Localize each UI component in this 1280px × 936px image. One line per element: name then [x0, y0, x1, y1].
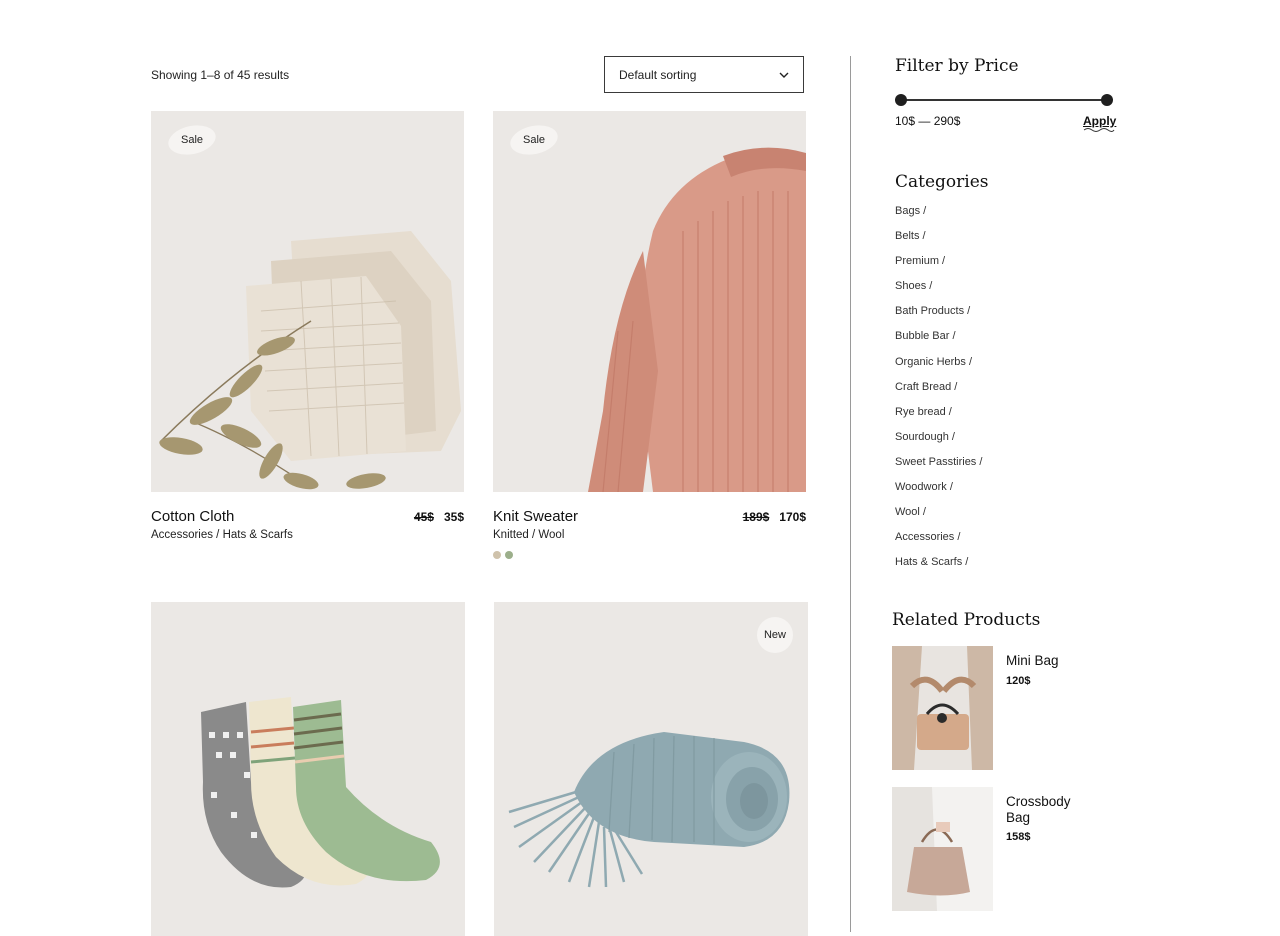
category-link[interactable]: Accessories / [895, 531, 982, 556]
price-filter-title: Filter by Price [895, 56, 1019, 76]
product-card[interactable] [151, 602, 465, 936]
category-link[interactable]: Bags / [895, 205, 982, 230]
categories-title: Categories [895, 172, 989, 192]
category-link[interactable]: Belts / [895, 230, 982, 255]
current-price: 170$ [779, 510, 806, 524]
related-product-image[interactable] [892, 787, 993, 911]
results-count: Showing 1–8 of 45 results [151, 68, 290, 82]
sorting-selected-value: Default sorting [619, 67, 697, 82]
related-product-name[interactable]: Mini Bag [1006, 653, 1086, 669]
category-link[interactable]: Sweet Passtiries / [895, 456, 982, 481]
categories-list: Bags / Belts / Premium / Shoes / Bath Pr… [895, 205, 982, 581]
product-image[interactable]: New [494, 602, 808, 936]
category-link[interactable]: Organic Herbs / [895, 356, 982, 381]
category-link[interactable]: Woodwork / [895, 481, 982, 506]
old-price: 189$ [742, 510, 770, 524]
product-name[interactable]: Cotton Cloth [151, 508, 234, 525]
category-link[interactable]: Bath Products / [895, 305, 982, 330]
price-slider-track[interactable] [901, 99, 1107, 101]
apply-button[interactable]: Apply [1083, 114, 1116, 128]
product-price: 45$ 35$ [414, 510, 464, 524]
category-link[interactable]: Craft Bread / [895, 381, 982, 406]
color-swatch[interactable] [493, 551, 501, 559]
product-image[interactable]: Sale [493, 111, 806, 492]
product-price: 189$ 170$ [743, 510, 806, 524]
product-image[interactable]: Sale [151, 111, 464, 492]
related-product-name[interactable]: Crossbody Bag [1006, 794, 1086, 826]
category-link[interactable]: Wool / [895, 506, 982, 531]
related-product-image[interactable] [892, 646, 993, 770]
related-product-price: 120$ [1006, 675, 1031, 687]
product-category[interactable]: Accessories / Hats & Scarfs [151, 529, 293, 541]
new-badge: New [757, 617, 793, 653]
related-products-title: Related Products [892, 610, 1041, 630]
product-name[interactable]: Knit Sweater [493, 508, 578, 525]
squiggle-underline-icon [1083, 128, 1115, 132]
current-price: 35$ [443, 510, 464, 524]
product-image[interactable] [151, 602, 465, 936]
product-card[interactable]: Sale Cotton Cloth Accessories / Hats & S… [151, 111, 464, 551]
category-link[interactable]: Rye bread / [895, 406, 982, 431]
category-link[interactable]: Hats & Scarfs / [895, 556, 982, 581]
chevron-down-icon [779, 72, 789, 78]
related-product-price: 158$ [1006, 831, 1031, 843]
category-link[interactable]: Bubble Bar / [895, 330, 982, 355]
product-category[interactable]: Knitted / Wool [493, 529, 564, 541]
old-price: 45$ [413, 510, 434, 524]
price-slider-min-handle[interactable] [895, 94, 907, 106]
category-link[interactable]: Shoes / [895, 280, 982, 305]
sorting-select[interactable]: Default sorting [604, 56, 804, 93]
price-slider-max-handle[interactable] [1101, 94, 1113, 106]
sidebar-divider [850, 56, 851, 932]
product-card[interactable]: Sale Knit Sweater Knitted / Wool 189$ 17… [493, 111, 806, 571]
category-link[interactable]: Premium / [895, 255, 982, 280]
category-link[interactable]: Sourdough / [895, 431, 982, 456]
color-swatches [493, 551, 513, 559]
product-card[interactable]: New [494, 602, 808, 936]
price-range-text: 10$ — 290$ [895, 114, 961, 128]
color-swatch[interactable] [505, 551, 513, 559]
